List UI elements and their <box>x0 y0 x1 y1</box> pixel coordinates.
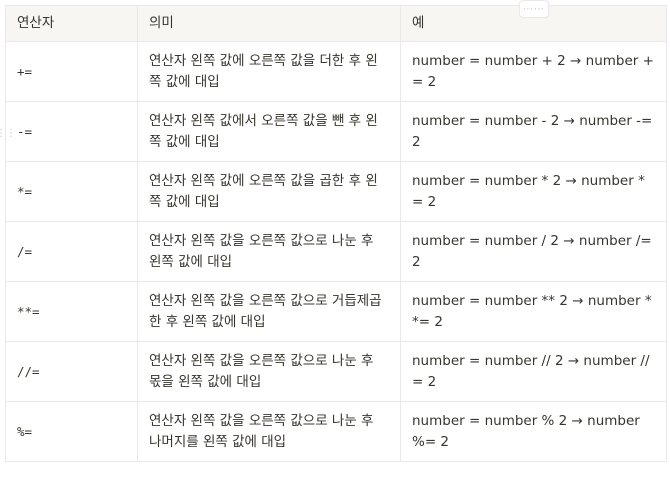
header-operator[interactable]: 연산자 <box>5 5 138 42</box>
cell-meaning[interactable]: 연산자 왼쪽 값을 오른쪽 값으로 거듭제곱한 후 왼쪽 값에 대입 <box>137 281 401 342</box>
cell-example[interactable]: number = number - 2 → number -= 2 <box>400 101 667 162</box>
cell-example[interactable]: number = number / 2 → number /= 2 <box>400 221 667 282</box>
drag-handle-horizontal-icon[interactable]: ⋯⋯ <box>519 0 549 18</box>
drag-handle-vertical-icon[interactable]: ⋮⋮ <box>0 122 16 146</box>
cell-meaning[interactable]: 연산자 왼쪽 값에 오른쪽 값을 더한 후 왼쪽 값에 대입 <box>137 41 401 102</box>
cell-example[interactable]: number = number ** 2 → number **= 2 <box>400 281 667 342</box>
table-header-row: 연산자 의미 예 <box>5 5 667 42</box>
cell-example[interactable]: number = number + 2 → number += 2 <box>400 41 667 102</box>
table-row: %= 연산자 왼쪽 값을 오른쪽 값으로 나눈 후 나머지를 왼쪽 값에 대입 … <box>5 401 667 462</box>
table-row: *= 연산자 왼쪽 값에 오른쪽 값을 곱한 후 왼쪽 값에 대입 number… <box>5 161 667 222</box>
table-header: 연산자 의미 예 <box>5 5 667 42</box>
cell-operator[interactable]: **= <box>5 281 138 342</box>
cell-meaning[interactable]: 연산자 왼쪽 값에 오른쪽 값을 곱한 후 왼쪽 값에 대입 <box>137 161 401 222</box>
cell-operator[interactable]: += <box>5 41 138 102</box>
header-meaning[interactable]: 의미 <box>137 5 401 42</box>
table-row: //= 연산자 왼쪽 값을 오른쪽 값으로 나눈 후 몫을 왼쪽 값에 대입 n… <box>5 341 667 402</box>
cell-operator[interactable]: //= <box>5 341 138 402</box>
cell-operator[interactable]: -= <box>5 101 138 162</box>
cell-meaning[interactable]: 연산자 왼쪽 값을 오른쪽 값으로 나눈 후 몫을 왼쪽 값에 대입 <box>137 341 401 402</box>
table-row: += 연산자 왼쪽 값에 오른쪽 값을 더한 후 왼쪽 값에 대입 number… <box>5 41 667 102</box>
cell-meaning[interactable]: 연산자 왼쪽 값을 오른쪽 값으로 나눈 후 왼쪽 값에 대입 <box>137 221 401 282</box>
cell-example[interactable]: number = number // 2 → number //= 2 <box>400 341 667 402</box>
cell-meaning[interactable]: 연산자 왼쪽 값을 오른쪽 값으로 나눈 후 나머지를 왼쪽 값에 대입 <box>137 401 401 462</box>
cell-example[interactable]: number = number * 2 → number *= 2 <box>400 161 667 222</box>
cell-operator[interactable]: *= <box>5 161 138 222</box>
cell-operator[interactable]: %= <box>5 401 138 462</box>
cell-operator[interactable]: /= <box>5 221 138 282</box>
table-row: **= 연산자 왼쪽 값을 오른쪽 값으로 거듭제곱한 후 왼쪽 값에 대입 n… <box>5 281 667 342</box>
operator-table-container: 연산자 의미 예 += 연산자 왼쪽 값에 오른쪽 값을 더한 후 왼쪽 값에 … <box>5 5 667 462</box>
table-row: -= 연산자 왼쪽 값에서 오른쪽 값을 뺀 후 왼쪽 값에 대입 number… <box>5 101 667 162</box>
table-row: /= 연산자 왼쪽 값을 오른쪽 값으로 나눈 후 왼쪽 값에 대입 numbe… <box>5 221 667 282</box>
cell-meaning[interactable]: 연산자 왼쪽 값에서 오른쪽 값을 뺀 후 왼쪽 값에 대입 <box>137 101 401 162</box>
assignment-operator-table: 연산자 의미 예 += 연산자 왼쪽 값에 오른쪽 값을 더한 후 왼쪽 값에 … <box>5 5 667 462</box>
table-body: += 연산자 왼쪽 값에 오른쪽 값을 더한 후 왼쪽 값에 대입 number… <box>5 41 667 462</box>
cell-example[interactable]: number = number % 2 → number %= 2 <box>400 401 667 462</box>
